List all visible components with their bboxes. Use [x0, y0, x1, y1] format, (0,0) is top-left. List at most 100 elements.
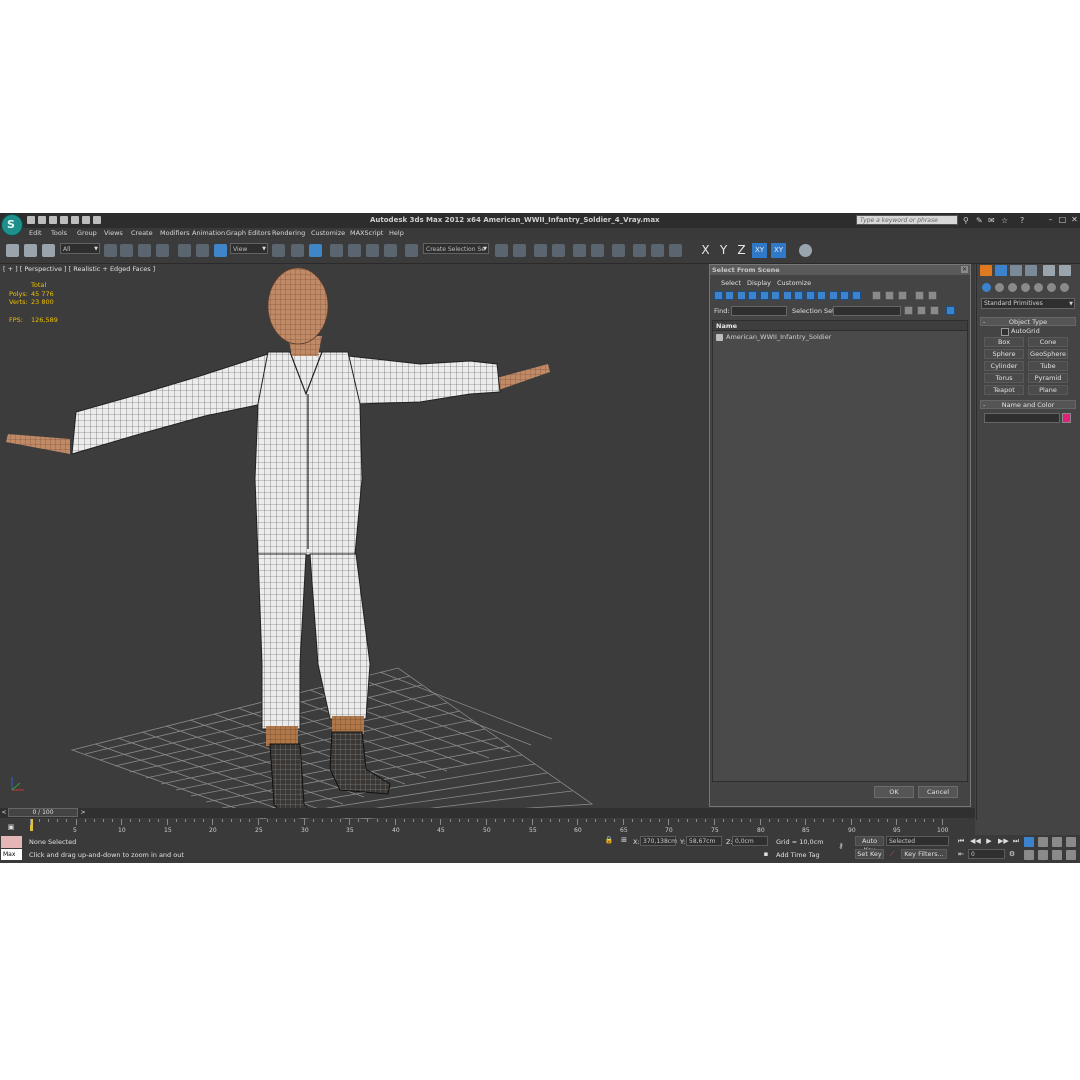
next-frame-icon[interactable]: ▶▶	[998, 836, 1009, 846]
maxscript-listener-output[interactable]	[1, 836, 22, 848]
reference-coordinate-dropdown[interactable]: View	[230, 243, 268, 255]
display-shapes-icon[interactable]	[725, 291, 734, 300]
rotate-icon[interactable]	[196, 244, 209, 257]
material-editor-icon[interactable]	[612, 244, 625, 257]
geometry-category-icon[interactable]	[982, 283, 991, 292]
x-coord-input[interactable]: 370,138cm	[640, 836, 677, 846]
axis-xy-plane-button[interactable]: XY	[771, 243, 786, 258]
selection-set-options-icon[interactable]	[904, 306, 913, 315]
axis-z-button[interactable]: Z	[734, 243, 749, 258]
selection-filter-dropdown[interactable]: All	[60, 243, 100, 255]
systems-category-icon[interactable]	[1060, 283, 1069, 292]
tube-button[interactable]: Tube	[1028, 361, 1068, 371]
pyramid-button[interactable]: Pyramid	[1028, 373, 1068, 383]
frame-ruler[interactable]: 5 10 15 20 25 30 35 40 45 50 55 60 65 70 75 80 85 90 95 100	[30, 819, 948, 835]
sync-selection-icon[interactable]	[917, 306, 926, 315]
display-groups-icon[interactable]	[783, 291, 792, 300]
rectangular-selection-icon[interactable]	[138, 244, 151, 257]
render-setup-icon[interactable]	[633, 244, 646, 257]
utilities-tab-icon[interactable]	[1059, 265, 1071, 276]
play-icon[interactable]: ▶	[984, 836, 994, 846]
list-item[interactable]: American_WWII_Infantry_Soldier	[716, 333, 831, 341]
cameras-category-icon[interactable]	[1021, 283, 1030, 292]
go-to-end-icon[interactable]: ⏭	[1011, 836, 1021, 846]
plane-button[interactable]: Plane	[1028, 385, 1068, 395]
primitive-category-dropdown[interactable]: Standard Primitives	[981, 298, 1075, 309]
set-key-button[interactable]: Set Key	[855, 849, 884, 859]
binoculars-icon[interactable]: ⚲	[963, 216, 969, 225]
snaps-toggle-icon[interactable]	[330, 244, 343, 257]
search-input[interactable]: Type a keyword or phrase	[856, 215, 958, 225]
menu-modifiers[interactable]: Modifiers	[160, 229, 190, 237]
undo-icon[interactable]	[60, 216, 68, 224]
highlight-selection-icon[interactable]	[946, 306, 955, 315]
percent-snap-icon[interactable]	[366, 244, 379, 257]
spinner-snap-icon[interactable]	[384, 244, 397, 257]
menu-graph-editors[interactable]: Graph Editors	[226, 229, 271, 237]
subscription-icon[interactable]: ✎	[976, 216, 983, 225]
dialog-menu-select[interactable]: Select	[721, 279, 741, 287]
redo-icon[interactable]	[71, 216, 79, 224]
display-space-warps-icon[interactable]	[771, 291, 780, 300]
app-logo-icon[interactable]: S	[1, 214, 23, 236]
previous-frame-icon[interactable]: ◀◀	[970, 836, 981, 846]
maximize-button[interactable]: □	[1058, 215, 1067, 224]
minimize-button[interactable]: –	[1046, 215, 1055, 224]
selection-set-dropdown[interactable]	[833, 306, 901, 316]
autogrid-checkbox[interactable]	[1001, 328, 1009, 336]
dialog-menu-customize[interactable]: Customize	[777, 279, 811, 287]
keyboard-shortcut-override-icon[interactable]	[309, 244, 322, 257]
time-configuration-icon[interactable]: ⚙	[1007, 849, 1017, 859]
dialog-menu-display[interactable]: Display	[747, 279, 771, 287]
display-xrefs-icon[interactable]	[794, 291, 803, 300]
shapes-category-icon[interactable]	[995, 283, 1004, 292]
angle-snap-icon[interactable]	[348, 244, 361, 257]
help-icon[interactable]: ?	[1020, 216, 1024, 225]
select-by-name-icon[interactable]	[120, 244, 133, 257]
pivot-center-icon[interactable]	[272, 244, 285, 257]
field-of-view-icon[interactable]	[1024, 850, 1034, 860]
manage-layers-icon[interactable]	[534, 244, 547, 257]
menu-tools[interactable]: Tools	[51, 229, 67, 237]
schematic-view-icon[interactable]	[591, 244, 604, 257]
window-crossing-icon[interactable]	[156, 244, 169, 257]
track-bar[interactable]: ▣ 5 10 15 20 25 30 35 40 45 50 55 60 65 70 75 80 85 90 95 1…	[0, 819, 975, 835]
find-input[interactable]	[731, 306, 787, 316]
display-helpers-icon[interactable]	[760, 291, 769, 300]
menu-create[interactable]: Create	[131, 229, 153, 237]
object-name-input[interactable]	[984, 413, 1060, 423]
auto-key-button[interactable]: Auto Key	[855, 836, 884, 854]
display-bones-icon[interactable]	[806, 291, 815, 300]
unlink-icon[interactable]	[24, 244, 37, 257]
space-warps-category-icon[interactable]	[1047, 283, 1056, 292]
time-slider-thumb[interactable]: 0 / 100	[8, 808, 78, 817]
favorites-icon[interactable]: ☆	[1001, 216, 1008, 225]
select-object-icon[interactable]	[104, 244, 117, 257]
geosphere-button[interactable]: GeoSphere	[1028, 349, 1068, 359]
current-frame-input[interactable]: 0	[968, 849, 1005, 859]
mini-curve-editor-icon[interactable]: ▣	[6, 822, 16, 832]
curve-editor-icon[interactable]	[573, 244, 586, 257]
lock-selection-icon[interactable]: 🔒	[604, 835, 614, 845]
move-icon[interactable]	[178, 244, 191, 257]
select-all-icon[interactable]	[872, 291, 881, 300]
z-coord-input[interactable]: 0,0cm	[732, 836, 768, 846]
menu-edit[interactable]: Edit	[29, 229, 42, 237]
display-all-icon[interactable]	[852, 291, 861, 300]
teapot-render-icon[interactable]	[799, 244, 812, 257]
select-and-manipulate-icon[interactable]	[291, 244, 304, 257]
maximize-viewport-icon[interactable]	[1066, 850, 1076, 860]
lights-category-icon[interactable]	[1008, 283, 1017, 292]
time-slider-next-icon[interactable]: >	[78, 808, 88, 818]
display-tab-icon[interactable]	[1043, 265, 1055, 276]
display-containers-icon[interactable]	[817, 291, 826, 300]
column-header-name[interactable]: Name	[713, 321, 967, 331]
absolute-mode-icon[interactable]: ⊞	[619, 835, 629, 845]
workspace-icon[interactable]	[93, 216, 101, 224]
display-geometry-icon[interactable]	[714, 291, 723, 300]
maxscript-mini-listener[interactable]: Max	[1, 849, 22, 860]
bind-space-warp-icon[interactable]	[42, 244, 55, 257]
sphere-button[interactable]: Sphere	[984, 349, 1024, 359]
select-none-icon[interactable]	[885, 291, 894, 300]
display-hidden-icon[interactable]	[840, 291, 849, 300]
